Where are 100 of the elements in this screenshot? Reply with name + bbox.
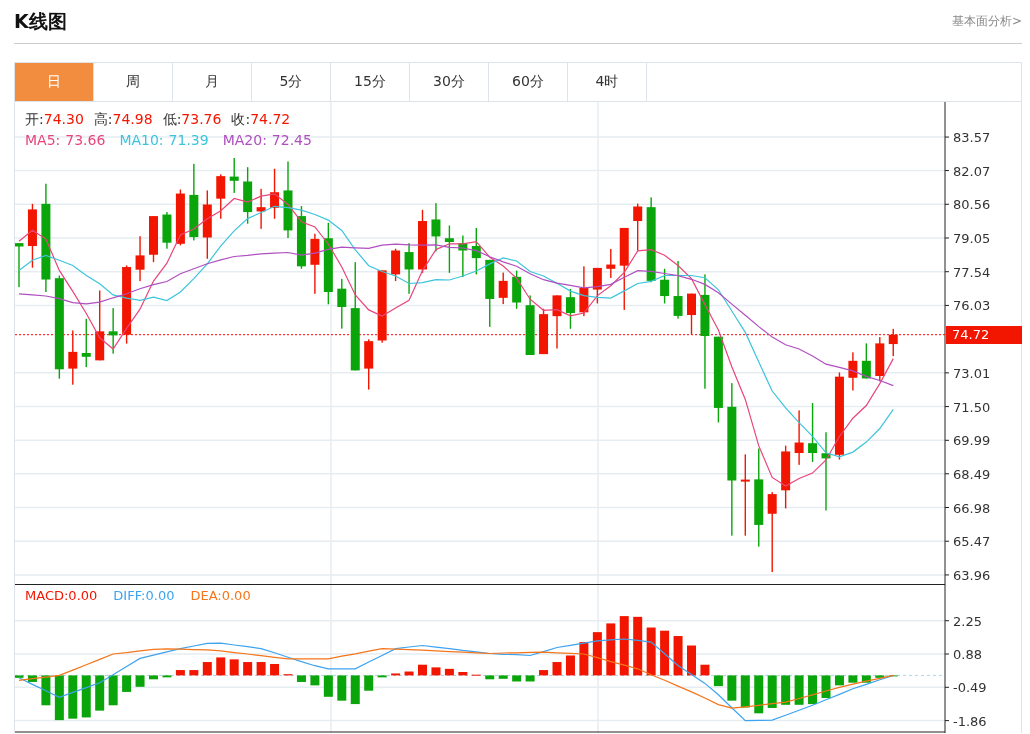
y-tick-label: 71.50 bbox=[953, 399, 991, 415]
candlestick bbox=[108, 308, 118, 354]
candlestick bbox=[539, 308, 549, 355]
histogram-bar bbox=[270, 664, 280, 676]
candlestick bbox=[68, 330, 78, 385]
y-tick-label: 0.88 bbox=[953, 647, 982, 663]
y-tick-label: 63.96 bbox=[953, 567, 991, 583]
candlestick bbox=[418, 209, 427, 273]
histogram-bar bbox=[619, 616, 629, 676]
candlestick bbox=[525, 295, 535, 355]
histogram-bar bbox=[27, 675, 37, 682]
candlestick bbox=[471, 227, 481, 275]
candlestick bbox=[808, 403, 818, 462]
histogram-bar bbox=[95, 675, 105, 711]
candlestick bbox=[149, 216, 158, 263]
axis-label: 80.56 bbox=[944, 197, 991, 213]
histogram-bar bbox=[54, 675, 64, 721]
ma-legend-label: MA5: bbox=[25, 132, 61, 148]
histogram-bar bbox=[633, 616, 643, 676]
histogram-bar bbox=[444, 668, 454, 676]
histogram-bar bbox=[162, 675, 172, 678]
histogram-bar bbox=[727, 675, 737, 701]
histogram-bar bbox=[861, 675, 871, 683]
y-tick-label: 73.01 bbox=[953, 365, 991, 381]
y-tick-label: 83.57 bbox=[953, 130, 991, 146]
axis-label: -0.49 bbox=[944, 680, 987, 696]
y-tick-label: 2.25 bbox=[953, 613, 982, 629]
histogram-bar bbox=[875, 675, 885, 678]
y-tick-label: 77.54 bbox=[953, 264, 991, 280]
ma-legend-value: 73.66 bbox=[65, 132, 106, 148]
histogram-bar bbox=[687, 645, 696, 676]
ohlc-label: 开: bbox=[25, 111, 44, 127]
axis-label: 65.47 bbox=[944, 534, 991, 550]
candlestick bbox=[15, 243, 24, 288]
y-tick-label: -0.49 bbox=[953, 680, 987, 696]
axis-label: -1.86 bbox=[944, 713, 987, 729]
candlestick bbox=[216, 174, 226, 219]
candlestick bbox=[310, 233, 320, 294]
candlestick bbox=[404, 243, 414, 294]
histogram-bar bbox=[296, 675, 306, 682]
histogram-bar bbox=[525, 675, 535, 682]
histogram-bar bbox=[81, 675, 91, 718]
ma-legend-label: MA20: bbox=[222, 132, 267, 148]
histogram-bar bbox=[834, 675, 844, 686]
last-price-tag: 74.72 bbox=[946, 325, 1022, 344]
macd-legend-value: 0.00 bbox=[145, 588, 175, 603]
histogram-bar bbox=[175, 670, 185, 676]
histogram-bar bbox=[243, 662, 253, 676]
candlestick bbox=[888, 328, 898, 357]
candlestick bbox=[337, 278, 347, 329]
histogram-bar bbox=[673, 636, 683, 676]
candlestick bbox=[202, 190, 212, 259]
candlestick bbox=[27, 203, 37, 268]
candlestick bbox=[229, 158, 239, 193]
histogram-bar bbox=[646, 627, 656, 676]
histogram-bar bbox=[579, 642, 589, 676]
ma-legend-value: 71.39 bbox=[168, 132, 209, 148]
macd-legend-label: MACD: bbox=[25, 588, 69, 603]
histogram-bar bbox=[848, 675, 858, 683]
ohlc-label: 低: bbox=[162, 111, 182, 127]
candlestick bbox=[660, 268, 670, 304]
axis-label: 83.57 bbox=[944, 130, 991, 146]
y-tick-label: 80.56 bbox=[953, 197, 991, 213]
y-tick-label: 76.03 bbox=[953, 298, 991, 314]
histogram-bar bbox=[108, 675, 118, 706]
axis-label: 69.99 bbox=[944, 433, 991, 449]
candlestick bbox=[175, 189, 185, 246]
histogram-bar bbox=[660, 630, 670, 676]
ohlc-label: 高: bbox=[93, 111, 113, 127]
candlestick bbox=[673, 261, 683, 319]
y-tick-label: 66.98 bbox=[953, 500, 991, 516]
y-tick-label: 68.49 bbox=[953, 466, 991, 482]
y-tick-label: 82.07 bbox=[953, 163, 991, 179]
histogram-bar bbox=[418, 664, 427, 676]
histogram-bar bbox=[539, 670, 549, 676]
candlestick bbox=[95, 290, 105, 361]
histogram-bar bbox=[606, 623, 616, 676]
histogram-bar bbox=[713, 675, 723, 687]
histogram-bar bbox=[552, 662, 562, 676]
candlestick bbox=[848, 352, 858, 391]
candlestick bbox=[794, 410, 804, 465]
y-tick-label: 69.99 bbox=[953, 433, 991, 449]
histogram-bar bbox=[350, 675, 360, 705]
ohlc-label: 收: bbox=[231, 111, 251, 127]
histogram-bar bbox=[821, 675, 831, 698]
fundamentals-link[interactable]: 基本面分析> bbox=[951, 13, 1022, 30]
candlestick bbox=[565, 288, 575, 329]
candlestick bbox=[444, 225, 454, 273]
ma-legend-value: 72.45 bbox=[271, 132, 312, 148]
candlestick bbox=[296, 206, 306, 269]
candlestick bbox=[781, 445, 791, 509]
histogram-bar bbox=[767, 675, 777, 708]
axis-label: 76.03 bbox=[944, 298, 991, 314]
histogram-bar bbox=[256, 662, 266, 676]
histogram-bar bbox=[498, 675, 508, 679]
histogram-bar bbox=[391, 673, 401, 676]
axis-label: 71.50 bbox=[944, 399, 991, 415]
candlestick bbox=[861, 343, 871, 379]
ohlc-value: 74.30 bbox=[43, 111, 84, 127]
macd-legend-label: DIFF: bbox=[113, 588, 146, 603]
